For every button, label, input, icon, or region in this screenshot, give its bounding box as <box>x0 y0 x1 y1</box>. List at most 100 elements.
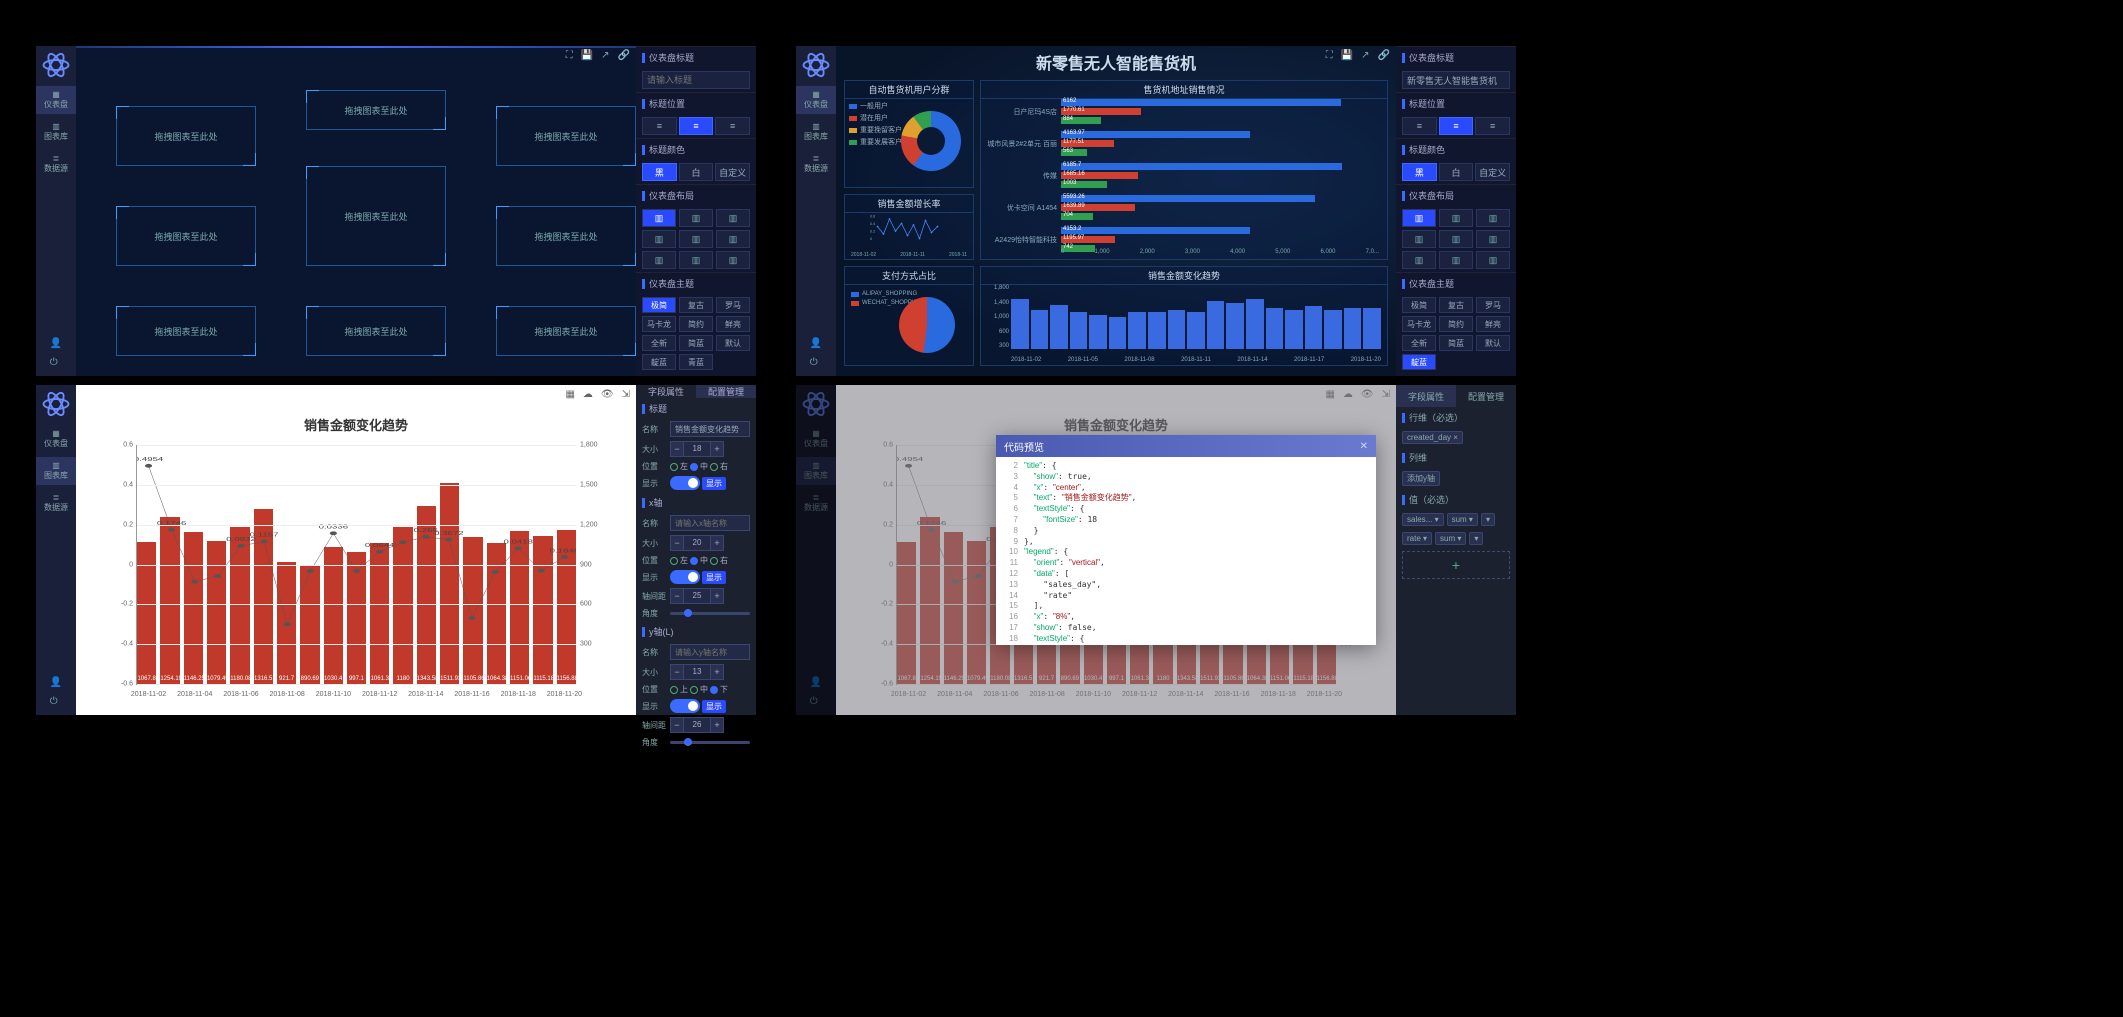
tab-config[interactable]: 配置管理 <box>696 385 756 398</box>
theme-option[interactable]: 马卡龙 <box>1402 316 1436 332</box>
layout-option[interactable]: ▥ <box>1402 230 1436 248</box>
layout-option[interactable]: ▥ <box>1439 230 1473 248</box>
theme-option[interactable]: 全新 <box>642 335 676 351</box>
panel-sales-trend[interactable]: 销售金额变化趋势 1,8001,4001,000600300 2018-11-0… <box>980 266 1388 366</box>
title-input[interactable] <box>642 71 750 89</box>
tab-config[interactable]: 配置管理 <box>1456 385 1516 407</box>
tab-field-props[interactable]: 字段属性 <box>1396 385 1456 407</box>
user-icon[interactable]: 👤 <box>50 338 62 349</box>
user-icon[interactable]: 👤 <box>50 677 62 688</box>
layout-option[interactable]: ▥ <box>642 230 676 248</box>
layout-option[interactable]: ▥ <box>642 209 676 227</box>
color-custom[interactable]: 自定义 <box>715 163 750 181</box>
nav-datasource[interactable]: ≣数据源 <box>796 150 836 178</box>
xaxis-name-input[interactable] <box>670 515 750 531</box>
dropzone[interactable]: 拖拽图表至此处 <box>496 306 636 356</box>
nav-dashboard[interactable]: ▦仪表盘 <box>36 425 76 453</box>
color-white[interactable]: 白 <box>679 163 714 181</box>
layout-option[interactable]: ▥ <box>1402 209 1436 227</box>
theme-option[interactable]: 复古 <box>1439 297 1473 313</box>
theme-option[interactable]: 全新 <box>1402 335 1436 351</box>
nav-chart-lib[interactable]: ▥图表库 <box>36 457 76 485</box>
preview-icon[interactable]: ↗ <box>1361 50 1369 61</box>
yaxis-name-input[interactable] <box>670 644 750 660</box>
save-icon[interactable]: 💾 <box>1341 50 1353 61</box>
code-body[interactable]: 2"title": { 3 "show": true, 4 "x": "cent… <box>996 457 1376 645</box>
export-icon[interactable]: ⇲ <box>622 389 630 400</box>
title-input[interactable] <box>1402 71 1510 89</box>
layout-option[interactable]: ▥ <box>1439 251 1473 269</box>
nav-datasource[interactable]: ≣数据源 <box>36 489 76 517</box>
layout-option[interactable]: ▥ <box>679 209 713 227</box>
panel-address-sales[interactable]: 售货机地址销售情况 日产尼玛4S店61621770.61884城市风景2#2单元… <box>980 80 1388 260</box>
user-icon[interactable]: 👤 <box>810 338 822 349</box>
chart-name-input[interactable] <box>670 421 750 437</box>
theme-option[interactable]: 极简 <box>642 297 676 313</box>
color-black[interactable]: 黑 <box>642 163 677 181</box>
theme-option[interactable]: 极简 <box>1402 297 1436 313</box>
layout-option[interactable]: ▥ <box>1439 209 1473 227</box>
dropzone[interactable]: 拖拽图表至此处 <box>116 206 256 266</box>
panel-growth-rate[interactable]: 销售金额增长率 0.60.40.20 2018-11-022018-11-112… <box>844 194 974 260</box>
expand-icon[interactable]: ⛶ <box>1326 50 1333 61</box>
preview-icon[interactable]: ↗ <box>601 50 609 61</box>
nav-dashboard[interactable]: ▦仪表盘 <box>796 86 836 114</box>
field-tag[interactable]: created_day × <box>1402 431 1463 444</box>
add-value-button[interactable]: + <box>1402 551 1510 579</box>
power-icon[interactable]: ⏻ <box>50 357 62 368</box>
design-canvas[interactable]: ⛶ 💾 ↗ 🔗 拖拽图表至此处 拖拽图表至此处 拖拽图表至此处 拖拽图表至此处 … <box>76 46 636 376</box>
layout-option[interactable]: ▥ <box>1476 209 1510 227</box>
theme-option[interactable]: 靛蓝 <box>642 354 676 370</box>
dropzone[interactable]: 拖拽图表至此处 <box>116 306 256 356</box>
theme-option[interactable]: 鲜亮 <box>1476 316 1510 332</box>
nav-chart-lib[interactable]: ▥图表库 <box>36 118 76 146</box>
layout-option[interactable]: ▥ <box>716 230 750 248</box>
panel-user-cluster[interactable]: 自动售货机用户分群 一般用户潜在用户重要挽留客户重要发展客户 <box>844 80 974 188</box>
theme-option[interactable]: 简蓝 <box>679 335 713 351</box>
theme-option[interactable]: 马卡龙 <box>642 316 676 332</box>
layout-option[interactable]: ▥ <box>642 251 676 269</box>
theme-option[interactable]: 青蓝 <box>679 354 713 370</box>
layout-icon[interactable]: ▦ <box>565 389 574 400</box>
theme-option[interactable]: 简蓝 <box>1439 335 1473 351</box>
layout-option[interactable]: ▥ <box>679 230 713 248</box>
expand-icon[interactable]: ⛶ <box>566 50 573 61</box>
layout-option[interactable]: ▥ <box>679 251 713 269</box>
tab-field-props[interactable]: 字段属性 <box>636 385 696 398</box>
dropzone[interactable]: 拖拽图表至此处 <box>496 106 636 166</box>
theme-option[interactable]: 默认 <box>1476 335 1510 351</box>
pos-left[interactable]: ≡ <box>642 117 677 135</box>
cloud-download-icon[interactable]: ☁ <box>583 389 593 400</box>
nav-datasource[interactable]: ≣数据源 <box>36 150 76 178</box>
theme-option[interactable]: 罗马 <box>716 297 750 313</box>
nav-chart-lib[interactable]: ▥图表库 <box>796 118 836 146</box>
size-plus[interactable]: + <box>710 441 724 457</box>
theme-option[interactable]: 简约 <box>679 316 713 332</box>
size-minus[interactable]: − <box>670 441 684 457</box>
theme-option[interactable]: 罗马 <box>1476 297 1510 313</box>
dropzone[interactable]: 拖拽图表至此处 <box>496 206 636 266</box>
theme-option[interactable]: 鲜亮 <box>716 316 750 332</box>
eye-icon[interactable]: 👁 <box>601 389 614 400</box>
theme-option[interactable]: 复古 <box>679 297 713 313</box>
nav-dashboard[interactable]: ▦仪表盘 <box>36 86 76 114</box>
pos-right[interactable]: ≡ <box>715 117 750 135</box>
close-icon[interactable]: ✕ <box>1360 441 1368 452</box>
theme-option[interactable]: 靛蓝 <box>1402 354 1436 370</box>
dropzone[interactable]: 拖拽图表至此处 <box>116 106 256 166</box>
theme-option[interactable]: 简约 <box>1439 316 1473 332</box>
dropzone[interactable]: 拖拽图表至此处 <box>306 166 446 266</box>
power-icon[interactable]: ⏻ <box>50 696 62 707</box>
pos-center[interactable]: ≡ <box>679 117 714 135</box>
layout-option[interactable]: ▥ <box>1476 230 1510 248</box>
layout-option[interactable]: ▥ <box>1402 251 1436 269</box>
angle-slider[interactable] <box>670 612 750 615</box>
dropzone[interactable]: 拖拽图表至此处 <box>306 90 446 130</box>
layout-option[interactable]: ▥ <box>716 209 750 227</box>
layout-option[interactable]: ▥ <box>716 251 750 269</box>
panel-pay-method[interactable]: 支付方式占比 ALIPAY_SHOPPING WECHAT_SHOPPING <box>844 266 974 366</box>
layout-option[interactable]: ▥ <box>1476 251 1510 269</box>
theme-option[interactable]: 默认 <box>716 335 750 351</box>
share-icon[interactable]: 🔗 <box>1378 50 1390 61</box>
power-icon[interactable]: ⏻ <box>810 357 822 368</box>
